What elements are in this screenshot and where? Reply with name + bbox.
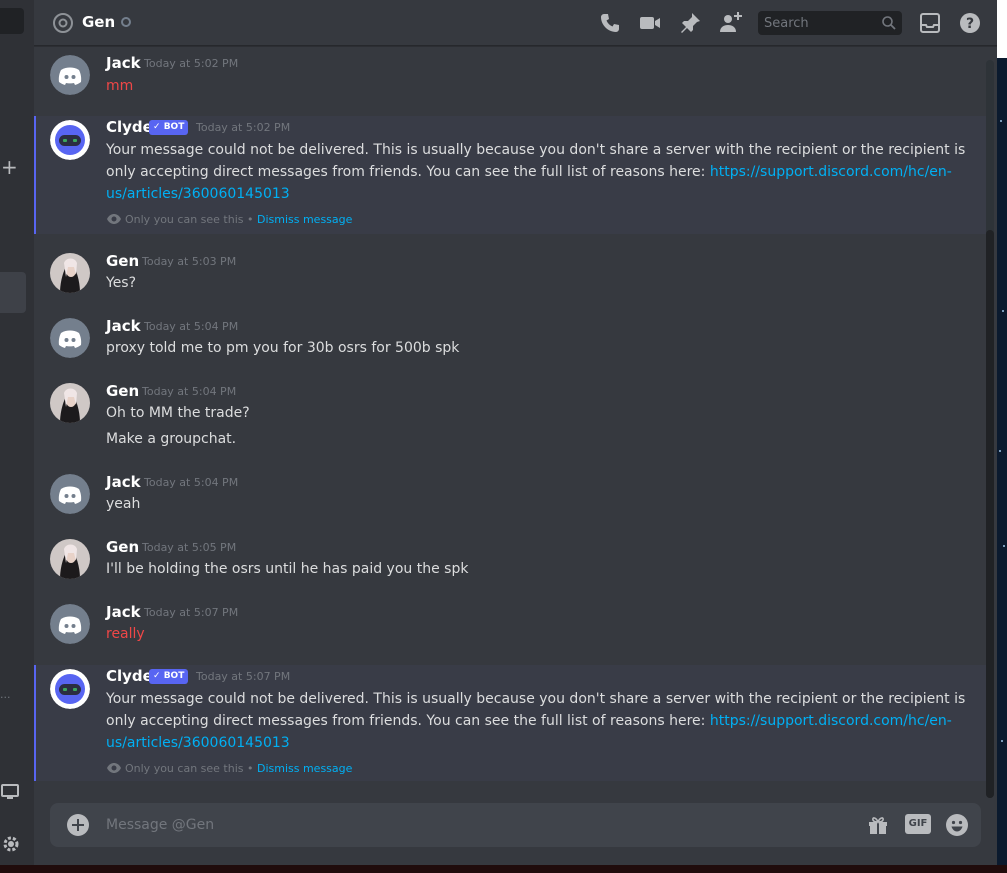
- message-jack-3[interactable]: Jack Today at 5:04 PM yeah: [34, 468, 987, 532]
- message-text: Make a groupchat.: [106, 431, 237, 447]
- desktop-bottom-edge: [0, 865, 1007, 873]
- channel-header: Gen ?: [34, 0, 997, 46]
- message-gen-1[interactable]: Gen Today at 5:03 PM Yes?: [34, 247, 987, 311]
- clyde-bot-avatar[interactable]: [50, 669, 90, 709]
- user-photo-avatar[interactable]: [50, 539, 90, 579]
- add-attachment-icon[interactable]: [66, 813, 90, 837]
- message-author[interactable]: Gen: [106, 251, 139, 271]
- message-author[interactable]: Jack: [106, 316, 141, 336]
- sidebar-top-item[interactable]: [0, 8, 24, 34]
- message-gen-3[interactable]: Gen Today at 5:05 PM I'll be holding the…: [34, 533, 987, 597]
- message-author[interactable]: Clyde: [106, 666, 153, 686]
- create-dm-plus-icon[interactable]: +: [1, 155, 18, 179]
- dismiss-message-link[interactable]: Dismiss message: [257, 762, 352, 775]
- message-clyde-1[interactable]: Clyde ✓ BOT Today at 5:02 PM Your messag…: [34, 116, 987, 234]
- message-text-line2: only accepting direct messages from frie…: [106, 713, 952, 729]
- message-composer[interactable]: GIF: [50, 803, 981, 847]
- message-timestamp: Today at 5:04 PM: [142, 385, 237, 398]
- screen-share-icon[interactable]: [1, 782, 21, 802]
- add-member-icon[interactable]: [718, 11, 742, 35]
- message-text: Your message could not be delivered. Thi…: [106, 142, 966, 158]
- message-timestamp: Today at 5:05 PM: [142, 541, 237, 554]
- search-icon[interactable]: [881, 15, 897, 31]
- gear-icon[interactable]: [1, 834, 21, 854]
- search-input[interactable]: [758, 11, 878, 35]
- status-dot: [121, 17, 131, 27]
- message-text: proxy told me to pm you for 30b osrs for…: [106, 340, 460, 356]
- emoji-icon[interactable]: [945, 813, 969, 837]
- message-text: mm: [106, 78, 134, 94]
- message-timestamp: Today at 5:02 PM: [144, 57, 239, 70]
- eye-icon: [107, 763, 121, 773]
- dismiss-message-link[interactable]: Dismiss message: [257, 213, 352, 226]
- message-text: Yes?: [106, 275, 137, 291]
- message-timestamp: Today at 5:04 PM: [144, 320, 239, 333]
- ephemeral-note: Only you can see this • Dismiss message: [106, 761, 352, 777]
- ephemeral-note: Only you can see this • Dismiss message: [106, 212, 352, 228]
- scrollbar-thumb[interactable]: [986, 230, 994, 798]
- support-link-continued[interactable]: us/articles/360060145013: [106, 732, 290, 754]
- bot-tag: ✓ BOT: [149, 120, 189, 135]
- svg-text:?: ?: [966, 16, 974, 32]
- message-text: I'll be holding the osrs until he has pa…: [106, 561, 469, 577]
- support-link[interactable]: https://support.discord.com/hc/en-: [710, 713, 952, 729]
- discord-window: + ... Gen Search ? Jack Today at 5:02 PM…: [0, 0, 1007, 873]
- message-author[interactable]: Jack: [106, 602, 141, 622]
- message-timestamp: Today at 5:04 PM: [144, 476, 239, 489]
- pin-icon[interactable]: [678, 11, 702, 35]
- message-jack-2[interactable]: Jack Today at 5:04 PM proxy told me to p…: [34, 312, 987, 376]
- message-text: yeah: [106, 496, 141, 512]
- support-link[interactable]: https://support.discord.com/hc/en-: [710, 164, 952, 180]
- discord-default-avatar[interactable]: [50, 474, 90, 514]
- message-gen-2[interactable]: Gen Today at 5:04 PM Oh to MM the trade?…: [34, 377, 987, 467]
- message-list[interactable]: Jack Today at 5:02 PM mm Clyde ✓ BOT Tod…: [34, 47, 997, 797]
- message-text: Your message could not be delivered. Thi…: [106, 691, 966, 707]
- call-icon[interactable]: [598, 11, 622, 35]
- message-text: Oh to MM the trade?: [106, 405, 250, 421]
- gift-icon[interactable]: [866, 813, 890, 837]
- more-dots-icon[interactable]: ...: [0, 688, 11, 701]
- user-photo-avatar[interactable]: [50, 383, 90, 423]
- search-box[interactable]: [758, 11, 902, 35]
- desktop-background: [997, 0, 1007, 873]
- message-text: really: [106, 626, 145, 642]
- help-icon[interactable]: ?: [958, 11, 982, 35]
- gif-icon[interactable]: GIF: [905, 814, 931, 834]
- user-photo-avatar[interactable]: [50, 253, 90, 293]
- discord-default-avatar[interactable]: [50, 318, 90, 358]
- message-timestamp: Today at 5:07 PM: [196, 670, 291, 683]
- message-timestamp: Today at 5:03 PM: [142, 255, 237, 268]
- message-input[interactable]: [106, 803, 806, 847]
- discord-default-avatar[interactable]: [50, 55, 90, 95]
- support-link-continued[interactable]: us/articles/360060145013: [106, 183, 290, 205]
- sidebar: + ...: [0, 0, 34, 873]
- message-author[interactable]: Gen: [106, 537, 139, 557]
- message-text-line2: only accepting direct messages from frie…: [106, 164, 952, 180]
- message-author[interactable]: Gen: [106, 381, 139, 401]
- message-author[interactable]: Jack: [106, 472, 141, 492]
- clyde-bot-avatar[interactable]: [50, 120, 90, 160]
- video-icon[interactable]: [638, 11, 662, 35]
- sidebar-selected-dm[interactable]: [0, 272, 26, 313]
- page-title: Gen: [82, 13, 116, 31]
- message-author[interactable]: Jack: [106, 53, 141, 73]
- message-timestamp: Today at 5:02 PM: [196, 121, 291, 134]
- eye-icon: [107, 214, 121, 224]
- inbox-icon[interactable]: [918, 11, 942, 35]
- message-clyde-2[interactable]: Clyde ✓ BOT Today at 5:07 PM Your messag…: [34, 665, 987, 781]
- discord-default-avatar[interactable]: [50, 604, 90, 644]
- message-jack-1[interactable]: Jack Today at 5:02 PM mm: [34, 47, 987, 111]
- at-icon: [53, 13, 73, 33]
- message-author[interactable]: Clyde: [106, 117, 153, 137]
- message-timestamp: Today at 5:07 PM: [144, 606, 239, 619]
- message-jack-4[interactable]: Jack Today at 5:07 PM really: [34, 598, 987, 662]
- bot-tag: ✓ BOT: [149, 669, 189, 684]
